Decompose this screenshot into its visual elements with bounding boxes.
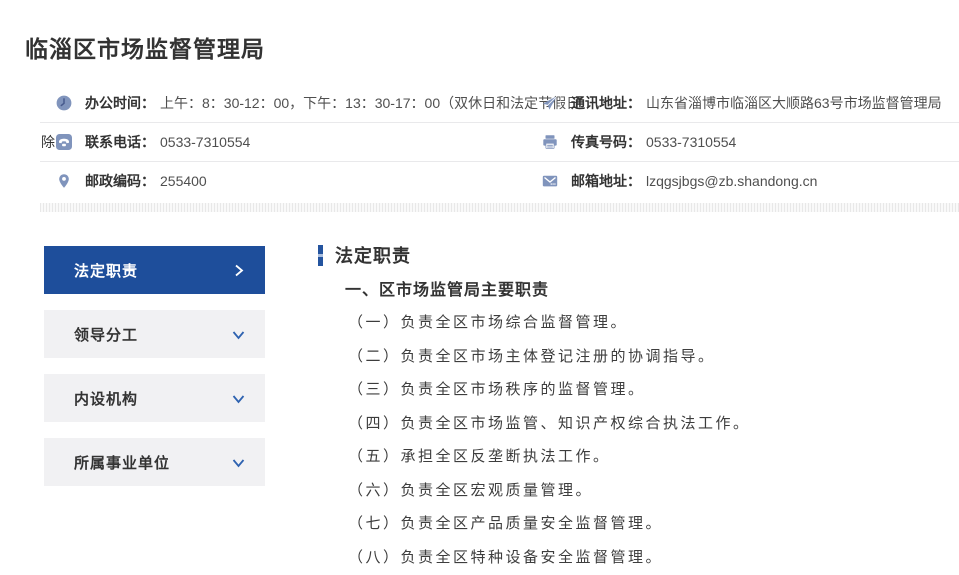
address-value: 山东省淄博市临淄区大顺路63号市场监督管理局: [646, 93, 942, 113]
location-pin-icon: [56, 173, 72, 189]
chevron-down-icon: [230, 326, 247, 343]
contact-row-2: 除 联系电话： 0533-7310554 传真号码： 0533-7310554: [40, 123, 959, 162]
section-accent-bar: [318, 245, 323, 266]
main-content: 法定职责 一、区市场监管局主要职责 （一）负责全区市场综合监督管理。 （二）负责…: [318, 244, 953, 574]
sidebar: 法定职责 领导分工 内设机构 所属事业单位: [44, 246, 265, 502]
duty-item: （四）负责全区市场监管、知识产权综合执法工作。: [348, 407, 953, 441]
sidebar-item-leadership-division[interactable]: 领导分工: [44, 310, 265, 358]
duty-item: （二）负责全区市场主体登记注册的协调指导。: [348, 340, 953, 374]
phone-icon: [56, 134, 72, 150]
postal-code-label: 邮政编码：: [85, 171, 155, 191]
postal-code-value: 255400: [160, 173, 207, 189]
email-value: lzqgsjbgs@zb.shandong.cn: [646, 173, 817, 189]
office-hours-cell: 办公时间： 上午：8：30-12：00，下午：13：30-17：00（双休日和法…: [40, 93, 542, 113]
fax-cell: 传真号码： 0533-7310554: [542, 132, 959, 152]
chevron-down-icon: [230, 390, 247, 407]
chevron-down-icon: [230, 454, 247, 471]
sidebar-item-internal-departments[interactable]: 内设机构: [44, 374, 265, 422]
address-label: 通讯地址：: [571, 93, 641, 113]
sidebar-item-affiliated-institutions[interactable]: 所属事业单位: [44, 438, 265, 486]
sidebar-item-legal-duties[interactable]: 法定职责: [44, 246, 265, 294]
phone-label: 联系电话：: [85, 132, 155, 152]
fax-value: 0533-7310554: [646, 134, 736, 150]
section-title: 法定职责: [335, 242, 411, 268]
clock-icon: [56, 95, 72, 111]
page: 临淄区市场监督管理局 办公时间： 上午：8：30-12：00，下午：13：30-…: [0, 0, 959, 575]
fax-label: 传真号码：: [571, 132, 641, 152]
phone-cell: 联系电话： 0533-7310554: [40, 132, 542, 152]
office-hours-wrapped-text: 除: [41, 132, 55, 152]
office-hours-label: 办公时间：: [85, 93, 155, 113]
duty-item: （五）承担全区反垄断执法工作。: [348, 440, 953, 474]
hatched-divider: [40, 203, 959, 212]
sidebar-item-label: 所属事业单位: [74, 452, 170, 473]
contact-info-table: 办公时间： 上午：8：30-12：00，下午：13：30-17：00（双休日和法…: [40, 84, 959, 200]
chevron-right-icon: [230, 262, 247, 279]
section-header: 法定职责: [318, 244, 953, 266]
contact-row-1: 办公时间： 上午：8：30-12：00，下午：13：30-17：00（双休日和法…: [40, 84, 959, 123]
postal-code-cell: 邮政编码： 255400: [40, 171, 542, 191]
contact-row-3: 邮政编码： 255400 邮箱地址： lzqgsjbgs@zb.shandong…: [40, 162, 959, 200]
email-cell: 邮箱地址： lzqgsjbgs@zb.shandong.cn: [542, 171, 959, 191]
duty-item: （七）负责全区产品质量安全监督管理。: [348, 507, 953, 541]
duty-item: （一）负责全区市场综合监督管理。: [348, 306, 953, 340]
envelope-icon: [542, 173, 558, 189]
email-label: 邮箱地址：: [571, 171, 641, 191]
section-subtitle: 一、区市场监管局主要职责: [345, 276, 953, 300]
sidebar-item-label: 内设机构: [74, 388, 138, 409]
duties-list: （一）负责全区市场综合监督管理。 （二）负责全区市场主体登记注册的协调指导。 （…: [348, 306, 953, 574]
sidebar-item-label: 法定职责: [74, 260, 138, 281]
printer-icon: [542, 134, 558, 150]
duty-item: （六）负责全区宏观质量管理。: [348, 474, 953, 508]
address-cell: 通讯地址： 山东省淄博市临淄区大顺路63号市场监督管理局: [542, 93, 959, 113]
duty-item: （三）负责全区市场秩序的监督管理。: [348, 373, 953, 407]
phone-value: 0533-7310554: [160, 134, 250, 150]
office-hours-value: 上午：8：30-12：00，下午：13：30-17：00（双休日和法定节假日: [160, 93, 580, 113]
sidebar-item-label: 领导分工: [74, 324, 138, 345]
send-icon: [542, 95, 558, 111]
duty-item: （八）负责全区特种设备安全监督管理。: [348, 541, 953, 575]
page-title: 临淄区市场监督管理局: [25, 30, 265, 64]
